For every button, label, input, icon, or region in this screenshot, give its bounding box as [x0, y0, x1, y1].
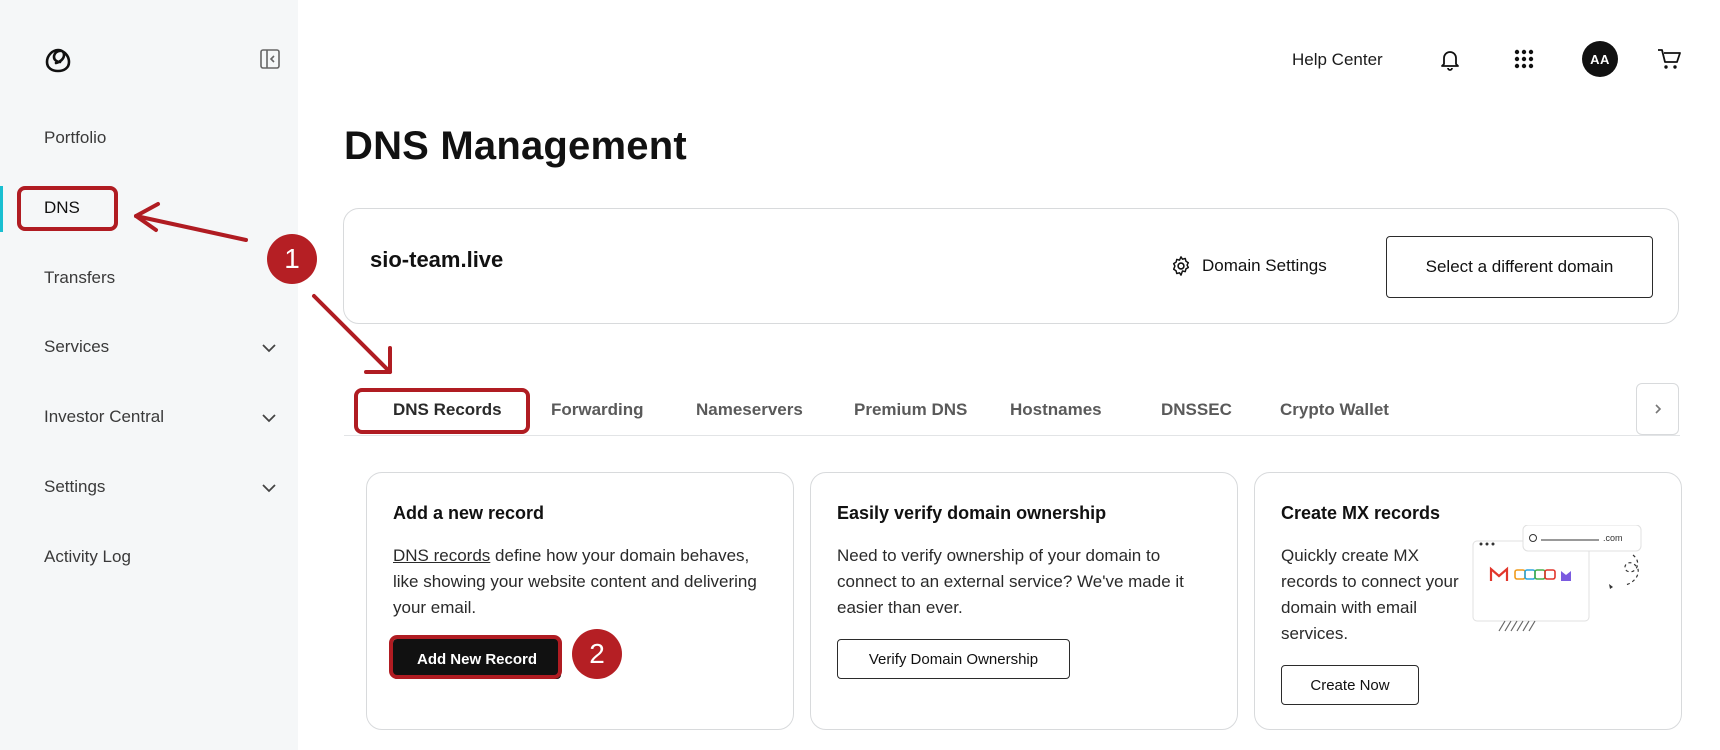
mx-records-illustration: .com [1472, 525, 1642, 632]
domain-name: sio-team.live [370, 247, 504, 272]
chevron-down-icon[interactable] [260, 409, 278, 427]
domain-settings-label: Domain Settings [1202, 256, 1327, 275]
sidebar: Portfolio DNS Transfers Services Investo… [0, 0, 298, 750]
mx-records-card: Create MX records Quickly create MX reco… [1254, 472, 1682, 730]
tabs-divider [344, 435, 1680, 436]
annotation-highlight-add-new-record [389, 635, 562, 679]
tab-crypto-wallet[interactable]: Crypto Wallet [1280, 400, 1389, 420]
tab-premium-dns[interactable]: Premium DNS [854, 400, 967, 420]
card-body: Quickly create MX records to connect you… [1281, 546, 1459, 643]
godaddy-logo-icon[interactable] [42, 44, 74, 76]
dns-records-link[interactable]: DNS records [393, 546, 490, 565]
sidebar-item-activity-log[interactable]: Activity Log [44, 547, 131, 567]
page-title: DNS Management [344, 124, 687, 168]
card-title: Add a new record [393, 503, 545, 523]
sidebar-item-portfolio[interactable]: Portfolio [44, 128, 106, 148]
chevron-down-icon[interactable] [260, 339, 278, 357]
tab-dnssec[interactable]: DNSSEC [1161, 400, 1232, 420]
verify-ownership-card: Easily verify domain ownership Need to v… [810, 472, 1238, 730]
sidebar-item-settings[interactable]: Settings [44, 477, 105, 497]
tab-forwarding[interactable]: Forwarding [551, 400, 644, 420]
card-body: Need to verify ownership of your domain … [837, 546, 1184, 617]
step-badge-2: 2 [572, 629, 622, 679]
select-different-domain-button[interactable]: Select a different domain [1386, 236, 1653, 298]
tab-nameservers[interactable]: Nameservers [696, 400, 803, 420]
cart-icon[interactable] [1656, 46, 1682, 72]
help-center-link[interactable]: Help Center [1292, 50, 1383, 70]
sidebar-item-investor-central[interactable]: Investor Central [44, 407, 164, 427]
annotation-highlight-dns-records-tab [354, 388, 530, 434]
step-badge-1: 1 [267, 234, 317, 284]
card-title: Easily verify domain ownership [837, 503, 1107, 523]
annotation-arrowhead-tab [364, 346, 392, 374]
bell-icon[interactable] [1437, 46, 1463, 72]
sidebar-item-services[interactable]: Services [44, 337, 109, 357]
create-now-button[interactable]: Create Now [1281, 665, 1419, 705]
card-body: DNS records define how your domain behav… [393, 543, 773, 621]
gear-icon [1172, 256, 1190, 276]
chevron-down-icon[interactable] [260, 479, 278, 497]
avatar[interactable]: AA [1582, 41, 1618, 77]
sidebar-item-transfers[interactable]: Transfers [44, 268, 115, 288]
add-record-card: Add a new record DNS records define how … [366, 472, 794, 730]
tabs-scroll-right-button[interactable] [1636, 383, 1679, 435]
active-nav-indicator [0, 186, 3, 232]
annotation-highlight-dns [17, 186, 118, 231]
illustration-domain-text: .com [1603, 533, 1623, 543]
chevron-right-icon [1654, 404, 1661, 414]
verify-domain-ownership-button[interactable]: Verify Domain Ownership [837, 639, 1070, 679]
domain-card: sio-team.live Domain Settings Select a d… [343, 208, 1679, 324]
sidebar-collapse-icon[interactable] [259, 48, 281, 70]
card-title: Create MX records [1281, 503, 1441, 523]
domain-settings-button[interactable]: Domain Settings [1170, 255, 1327, 277]
apps-grid-icon[interactable] [1511, 46, 1537, 72]
tab-hostnames[interactable]: Hostnames [1010, 400, 1102, 420]
